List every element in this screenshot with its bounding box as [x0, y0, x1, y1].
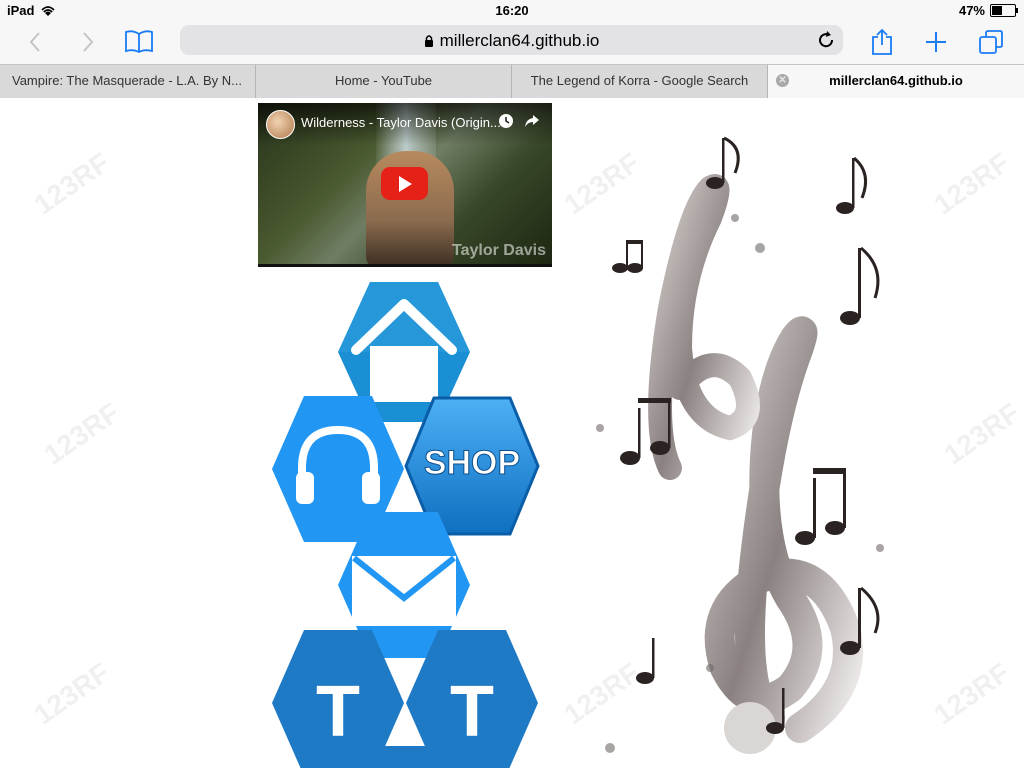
tab-vampire[interactable]: Vampire: The Masquerade - L.A. By N...	[0, 65, 256, 98]
close-tab-icon[interactable]: ✕	[776, 74, 789, 87]
new-tab-button[interactable]	[918, 24, 954, 60]
book-icon	[125, 30, 153, 54]
page-content: 123RF 123RF 123RF 123RF 123RF 123RF 123R…	[0, 98, 1024, 768]
tabs-icon	[979, 30, 1003, 54]
play-button[interactable]	[381, 167, 428, 200]
watermark: 123RF	[28, 656, 116, 731]
share-button[interactable]	[864, 24, 900, 60]
share-icon	[872, 28, 892, 55]
tab-youtube[interactable]: Home - YouTube	[256, 65, 512, 98]
browser-toolbar: millerclan64.github.io	[0, 22, 1024, 64]
chevron-left-icon	[29, 32, 40, 52]
tabs-overview-button[interactable]	[973, 24, 1009, 60]
partial-tile[interactable]	[350, 744, 458, 768]
reload-icon[interactable]	[815, 29, 837, 51]
watermark: 123RF	[28, 146, 116, 221]
t-tile-left-label: T	[316, 672, 360, 752]
t-tile-right-label: T	[450, 672, 494, 752]
watermark: 123RF	[38, 396, 126, 471]
watermark: 123RF	[928, 656, 1016, 731]
mail-icon	[352, 555, 456, 626]
address-bar[interactable]: millerclan64.github.io	[180, 25, 843, 55]
bookmarks-button[interactable]	[121, 24, 157, 60]
youtube-embed[interactable]: Wilderness - Taylor Davis (Origin... Tay…	[258, 103, 552, 267]
status-time: 16:20	[495, 3, 529, 18]
watermark: 123RF	[928, 146, 1016, 221]
treble-clef-small	[648, 174, 760, 480]
video-title[interactable]: Wilderness - Taylor Davis (Origin...	[301, 115, 501, 130]
battery-icon	[990, 4, 1018, 17]
battery-percent: 47%	[958, 3, 985, 18]
forward-button[interactable]	[70, 24, 106, 60]
battery-level	[992, 6, 1003, 15]
music-notes-image	[596, 136, 884, 754]
lock-icon	[424, 35, 433, 47]
url-text: millerclan64.github.io	[439, 31, 600, 50]
status-bar: iPad 16:20 47%	[0, 0, 1024, 22]
back-button[interactable]	[17, 24, 53, 60]
watch-later-icon[interactable]	[498, 113, 514, 129]
shop-label: SHOP	[424, 444, 520, 482]
plus-icon	[926, 32, 946, 52]
tab-active[interactable]: ✕ millerclan64.github.io	[768, 65, 1024, 98]
tab-korra[interactable]: The Legend of Korra - Google Search	[512, 65, 768, 98]
watermark: 123RF	[938, 396, 1024, 471]
tab-active-label: millerclan64.github.io	[829, 73, 963, 88]
tab-bar: Vampire: The Masquerade - L.A. By N... H…	[0, 64, 1024, 99]
chevron-right-icon	[83, 32, 94, 52]
share-icon[interactable]	[524, 113, 540, 129]
channel-avatar[interactable]	[266, 110, 295, 139]
video-watermark: Taylor Davis	[452, 242, 546, 259]
